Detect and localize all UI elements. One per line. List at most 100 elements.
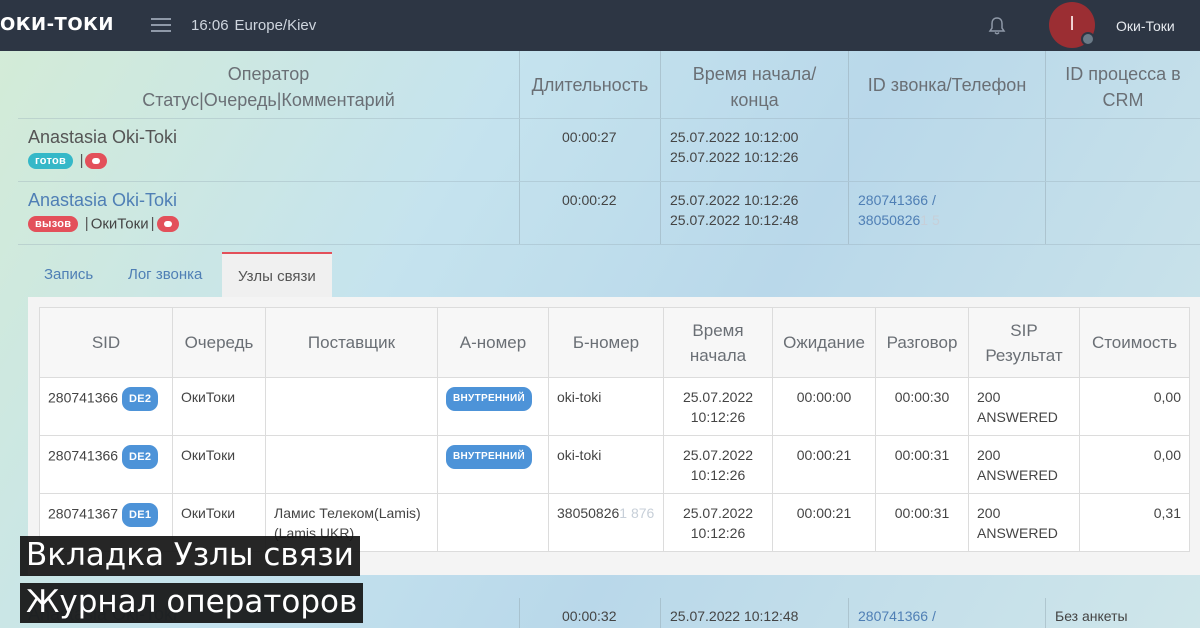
header-crm-col: ID процесса в CRM: [1046, 51, 1200, 118]
tab-nodes[interactable]: Узлы связи: [222, 252, 332, 298]
user-name[interactable]: Оки-Токи: [1116, 18, 1175, 34]
col-start-time-l2: начала: [689, 345, 747, 365]
phone-blurred: 1 5: [920, 212, 940, 228]
sid: 280741367: [48, 505, 119, 522]
status-badge: вызов: [28, 215, 79, 232]
operator-name[interactable]: Anastasia Oki-Toki: [28, 190, 519, 211]
nodes-table: SID Очередь Поставщик А-номер Б-номер Вр…: [39, 307, 1190, 552]
header-time-col: Время начала/ конца: [661, 51, 849, 118]
duration-cell: 00:00:22: [520, 182, 661, 244]
col-sip-l1: SIP: [1010, 320, 1038, 340]
queue-name: ОкиТоки: [90, 215, 149, 233]
col-provider[interactable]: Поставщик: [265, 307, 438, 378]
wait: 00:00:21: [772, 435, 876, 494]
callid-cell: 280741366 / 380508261 5: [849, 182, 1046, 244]
status-line: готов |: [28, 152, 519, 170]
col-wait[interactable]: Ожидание: [772, 307, 876, 378]
col-b-number[interactable]: Б-номер: [548, 307, 664, 378]
operator-name[interactable]: Anastasia Oki-Toki: [28, 127, 519, 148]
separator: |: [79, 152, 84, 170]
talk: 00:00:31: [875, 435, 969, 494]
top-bar: ОКИ-ТОКИ 16:06 Europe/Kiev I Оки-Токи: [0, 0, 1200, 51]
table-row[interactable]: 280741366 DE2 ОкиТоки ВНУТРЕННИЙ oki-tok…: [39, 377, 1190, 436]
menu-icon[interactable]: [151, 18, 171, 32]
crm-cell: Без анкеты: [1046, 598, 1200, 628]
datacenter-badge: DE1: [121, 503, 159, 527]
provider: [265, 435, 438, 494]
start-cell: 25.07.2022 10:12:26: [663, 377, 773, 436]
col-queue[interactable]: Очередь: [172, 307, 266, 378]
tab-call-log[interactable]: Лог звонка: [128, 252, 202, 298]
a-number-cell: ВНУТРЕННИЙ: [437, 377, 549, 436]
status-dot-icon: [1081, 32, 1095, 46]
comment-icon[interactable]: [156, 215, 179, 232]
table-row[interactable]: Anastasia Oki-Toki вызов | ОкиТоки | 00:00…: [18, 182, 1200, 245]
time-cell: 25.07.2022 10:12:48: [661, 598, 849, 628]
header-crm: ID процесса в: [1065, 64, 1181, 84]
start-cell: 25.07.2022 10:12:26: [663, 493, 773, 552]
start-time: 10:12:26: [690, 409, 746, 425]
b-number-cell: 380508261 876: [548, 493, 664, 552]
callid-cell: 280741366 /: [849, 598, 1046, 628]
talk: 00:00:30: [875, 377, 969, 436]
a-number-badge: ВНУТРЕННИЙ: [446, 387, 532, 411]
table-row[interactable]: 280741366 DE2 ОкиТоки ВНУТРЕННИЙ oki-tok…: [39, 435, 1190, 494]
a-number-cell: [437, 493, 549, 552]
sid: 280741366: [48, 447, 119, 464]
queue: ОкиТоки: [172, 377, 266, 436]
time-cell: 25.07.2022 10:12:26 25.07.2022 10:12:48: [661, 182, 849, 244]
provider: [265, 377, 438, 436]
start-time: 10:12:26: [690, 525, 746, 541]
cost: 0,00: [1079, 435, 1190, 494]
bell-icon[interactable]: [987, 16, 1007, 36]
time-cell: 25.07.2022 10:12:00 25.07.2022 10:12:26: [661, 119, 849, 181]
wait: 00:00:00: [772, 377, 876, 436]
avatar-letter: I: [1069, 13, 1075, 35]
header-call-id: ID звонка/Телефон: [867, 75, 1027, 95]
phone-link[interactable]: 380508261 5: [858, 212, 1045, 228]
end-time: 25.07.2022 10:12:48: [670, 212, 799, 228]
col-talk[interactable]: Разговор: [875, 307, 969, 378]
comment-icon[interactable]: [85, 152, 108, 169]
table-row[interactable]: Anastasia Oki-Toki готов | 00:00:27 25.0…: [18, 119, 1200, 182]
call-id-link[interactable]: 280741366 /: [858, 608, 1045, 624]
sip-result: ANSWERED: [977, 409, 1058, 425]
sip-cell: 200 ANSWERED: [968, 435, 1080, 494]
cost: 0,00: [1079, 377, 1190, 436]
cost: 0,31: [1079, 493, 1190, 552]
col-sip-result[interactable]: SIP Результат: [968, 307, 1080, 378]
nodes-header-row: SID Очередь Поставщик А-номер Б-номер Вр…: [39, 307, 1190, 378]
header-time-sub: конца: [730, 90, 779, 110]
sid-cell: 280741366 DE2: [39, 377, 173, 436]
operator-cell: Anastasia Oki-Toki вызов | ОкиТоки |: [18, 182, 520, 244]
start-date: 25.07.2022: [682, 505, 754, 521]
sid-cell: 280741366 DE2: [39, 435, 173, 494]
crm-cell: [1046, 182, 1200, 244]
header-operator: Оператор: [227, 64, 310, 84]
col-start-time[interactable]: Время начала: [663, 307, 773, 378]
header-time: Время начала/: [692, 64, 817, 84]
header-duration-col: Длительность: [520, 51, 661, 118]
header-callid-col: ID звонка/Телефон: [849, 51, 1046, 118]
col-cost[interactable]: Стоимость: [1079, 307, 1190, 378]
tab-record[interactable]: Запись: [44, 252, 93, 298]
sid: 280741366: [48, 389, 119, 406]
clock: 16:06 Europe/Kiev: [191, 17, 316, 34]
nodes-panel: SID Очередь Поставщик А-номер Б-номер Вр…: [28, 297, 1200, 575]
avatar[interactable]: I: [1049, 2, 1095, 48]
caption-tab: Вкладка Узлы связи: [20, 536, 360, 576]
status-line: вызов | ОкиТоки |: [28, 215, 519, 233]
header-duration: Длительность: [531, 75, 649, 95]
call-id-link[interactable]: 280741366 /: [858, 192, 1045, 208]
sip-code: 200: [977, 447, 1001, 463]
col-sid[interactable]: SID: [39, 307, 173, 378]
wait: 00:00:21: [772, 493, 876, 552]
col-a-number[interactable]: А-номер: [437, 307, 549, 378]
app-logo[interactable]: ОКИ-ТОКИ: [0, 14, 114, 35]
b-number: 38050826: [557, 505, 620, 521]
b-number-blurred: 1 876: [619, 505, 655, 521]
detail-tabs: Запись Лог звонка Узлы связи: [18, 252, 1200, 298]
start-time: 25.07.2022 10:12:00: [670, 129, 799, 145]
status-badge: готов: [28, 152, 74, 169]
duration-cell: 00:00:32: [520, 598, 661, 628]
